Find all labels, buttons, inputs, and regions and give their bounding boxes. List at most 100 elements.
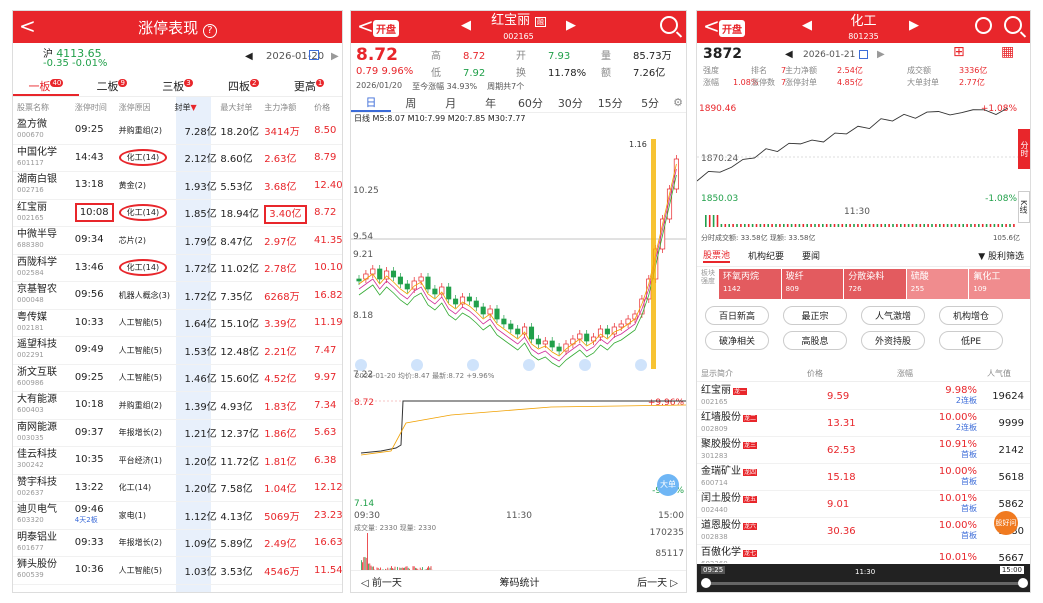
big-order-button[interactable]: 大单	[657, 474, 679, 496]
next-day-button[interactable]: 后一天 ▷	[637, 574, 678, 589]
filter-chip[interactable]: 破净相关	[705, 331, 769, 350]
sector-intraday-chart[interactable]: 1890.461870.241850.03+1.08%-1.08%11:30	[697, 101, 1031, 231]
col-name[interactable]: 股票名称	[13, 102, 75, 113]
tab-board-2[interactable]: 二板 9	[79, 73, 145, 96]
table-row[interactable]: 明泰铝业 601677 09:33 年报增长(2) 1.09亿 5.89亿 2.49亿 16.…	[13, 530, 342, 558]
period-tab[interactable]: 60分	[511, 95, 551, 111]
col-time[interactable]: 涨停时间	[75, 102, 119, 113]
period-tab[interactable]: 5分	[630, 95, 670, 111]
chips-stat-button[interactable]: 筹码统计	[500, 574, 540, 589]
gear-icon[interactable]	[975, 17, 992, 34]
grid-icon[interactable]: ▦	[1001, 44, 1014, 60]
intraday-chart[interactable]: 8.72+9.96%7.14-9.96%09:3011:3015:00成交量: …	[351, 383, 687, 578]
period-tab[interactable]: 年	[471, 95, 511, 111]
replay-timeline[interactable]: 09:25 11:30 15:00	[697, 564, 1031, 592]
next-stock-arrow-icon[interactable]: ▶	[566, 18, 576, 33]
list-item[interactable]: 百傲化学龙七60336010.01%5667	[697, 545, 1031, 563]
filter-chip[interactable]: 外资持股	[861, 331, 925, 350]
concept-tile[interactable]: 硫酸 255	[907, 269, 969, 299]
period-tab[interactable]: 30分	[550, 95, 590, 111]
list-col-price[interactable]: 价格	[807, 368, 897, 379]
table-row[interactable]: 狮头股份 600539 10:36 人工智能(5) 1.03亿 3.53亿 4546万 11.…	[13, 557, 342, 585]
table-row[interactable]: 中国化学 601117 14:43 化工(14) 2.12亿 8.60亿 2.63亿 8.79	[13, 145, 342, 173]
limit-up-reason[interactable]: 芯片(2)	[119, 236, 146, 245]
chart-control-icon[interactable]	[523, 359, 535, 371]
period-tab[interactable]: 月	[431, 95, 471, 111]
side-tab-timeshare[interactable]: 分时	[1018, 129, 1030, 169]
list-col-change[interactable]: 涨幅	[897, 368, 987, 379]
tab-stock-pool[interactable]: 股票池	[703, 248, 730, 263]
concept-tile[interactable]: 玻纤 809	[782, 269, 844, 299]
calendar-icon[interactable]	[309, 50, 319, 60]
table-row[interactable]: 浙文互联 600986 09:25 人工智能(5) 1.46亿 15.60亿 4.52亿 9.…	[13, 365, 342, 393]
limit-up-reason[interactable]: 人工智能(5)	[119, 346, 162, 355]
col-price[interactable]: 价格	[314, 102, 342, 113]
table-row[interactable]: 中微半导 688380 09:34 芯片(2) 1.79亿 8.47亿 2.97亿 41.35	[13, 227, 342, 255]
limit-up-reason[interactable]: 化工(14)	[119, 149, 167, 166]
limit-up-reason[interactable]: 并购重组(2)	[119, 126, 162, 135]
table-row[interactable]: 赞宇科技 002637 13:22 化工(14) 1.20亿 7.58亿 1.04亿 12.1…	[13, 475, 342, 503]
search-icon[interactable]	[660, 16, 678, 34]
prev-sector-arrow-icon[interactable]: ◀	[802, 18, 812, 33]
prev-date-arrow-icon[interactable]: ◀	[785, 49, 793, 60]
tab-institution-notes[interactable]: 机构纪要	[748, 249, 784, 262]
chart-control-icon[interactable]	[411, 359, 423, 371]
list-col-name[interactable]: 显示简介	[697, 368, 807, 379]
next-sector-arrow-icon[interactable]: ▶	[909, 18, 919, 33]
limit-up-reason[interactable]: 并购重组(2)	[119, 401, 162, 410]
table-row[interactable]: 佳云科技 300242 10:35 平台经济(1) 1.20亿 11.72亿 1.81亿 6.…	[13, 447, 342, 475]
limit-up-reason[interactable]: 年报增长(2)	[119, 538, 162, 547]
back-arrow-icon[interactable]: <	[703, 14, 720, 38]
limit-up-reason[interactable]: 家电(1)	[119, 511, 146, 520]
table-row[interactable]: 南网能源 003035 09:37 年报增长(2) 1.21亿 12.37亿 1.86亿 5.…	[13, 420, 342, 448]
date-label[interactable]: 2026-01-21	[803, 50, 855, 60]
table-row[interactable]: 西陇科学 002584 13:46 化工(14) 1.72亿 11.02亿 2.78亿 10.…	[13, 255, 342, 283]
calendar-icon[interactable]	[859, 50, 868, 59]
table-row[interactable]: 粤传媒 002181 10:33 人工智能(5) 1.64亿 15.10亿 3.39亿 11.…	[13, 310, 342, 338]
tab-news[interactable]: 要闻	[802, 249, 820, 262]
tab-board-higher[interactable]: 更高 1	[276, 73, 342, 96]
prev-date-arrow-icon[interactable]: ◀	[245, 51, 253, 62]
tab-board-3[interactable]: 三板 3	[145, 73, 211, 96]
list-item[interactable]: 金瑞矿业 龙四 600714 15.18 10.00% 首板 5618	[697, 464, 1031, 491]
tab-board-4[interactable]: 四板 2	[210, 73, 276, 96]
list-item[interactable]: 聚胶股份 龙三 301283 62.53 10.91% 首板 2142	[697, 437, 1031, 464]
list-col-popularity[interactable]: 人气值	[987, 368, 1011, 379]
ask-assistant-button[interactable]: 股好问	[994, 511, 1018, 535]
help-icon[interactable]: ?	[203, 24, 217, 38]
filter-chip[interactable]: 最正宗	[783, 306, 847, 325]
period-tab[interactable]: 日	[351, 94, 391, 112]
prev-day-button[interactable]: ◁ 前一天	[361, 574, 402, 589]
col-reason[interactable]: 涨停原因	[119, 102, 175, 113]
chart-control-icon[interactable]	[579, 359, 591, 371]
table-row[interactable]: 盈方微 000670 09:25 并购重组(2) 7.28亿 18.20亿 3414万 8.5…	[13, 117, 342, 145]
settings-icon[interactable]: ⚙	[670, 96, 686, 109]
prev-stock-arrow-icon[interactable]: ◀	[461, 18, 471, 33]
list-item[interactable]: 红墙股份 龙二 002809 13.31 10.00% 2连板 9999	[697, 410, 1031, 437]
list-item[interactable]: 闰土股份 龙五 002440 9.01 10.01% 首板 5862	[697, 491, 1031, 518]
next-date-arrow-icon[interactable]: ▶	[331, 51, 339, 62]
col-seal[interactable]: 封单▼	[175, 102, 221, 113]
chart-control-icon[interactable]	[355, 359, 367, 371]
limit-up-reason[interactable]: 平台经济(1)	[119, 456, 162, 465]
col-net[interactable]: 主力净额	[264, 102, 314, 113]
add-favorite-icon[interactable]: ⊞	[953, 44, 965, 60]
table-row[interactable]: 迪贝电气 603320 09:46 4天2板 家电(1) 1.12亿 4.13亿 5069万 2…	[13, 502, 342, 530]
chart-control-icon[interactable]	[635, 359, 647, 371]
back-arrow-icon[interactable]: <	[19, 14, 36, 38]
filter-chip[interactable]: 百日新高	[705, 306, 769, 325]
timeline-handle-end[interactable]	[1018, 578, 1028, 588]
limit-up-reason[interactable]: 化工(14)	[119, 483, 151, 492]
limit-up-reason[interactable]: 人工智能(5)	[119, 318, 162, 327]
list-item[interactable]: 红宝丽 龙一 002165 9.59 9.98% 2连板 19624	[697, 383, 1031, 410]
table-row[interactable]: 湖南白银 002716 13:18 黄金(2) 1.93亿 5.53亿 3.68亿 12.40	[13, 172, 342, 200]
filter-chip[interactable]: 高股息	[783, 331, 847, 350]
period-tab[interactable]: 周	[391, 95, 431, 111]
period-tab[interactable]: 15分	[590, 95, 630, 111]
col-max-seal[interactable]: 最大封单	[220, 102, 264, 113]
limit-up-reason[interactable]: 人工智能(5)	[119, 566, 162, 575]
next-date-arrow-icon[interactable]: ▶	[877, 49, 885, 60]
side-tab-kline[interactable]: K线	[1018, 191, 1030, 223]
limit-up-reason[interactable]: 化工(14)	[119, 259, 167, 276]
table-row[interactable]: 红宝丽 002165 10:08 化工(14) 1.85亿 18.94亿 3.40亿 8.72	[13, 200, 342, 228]
